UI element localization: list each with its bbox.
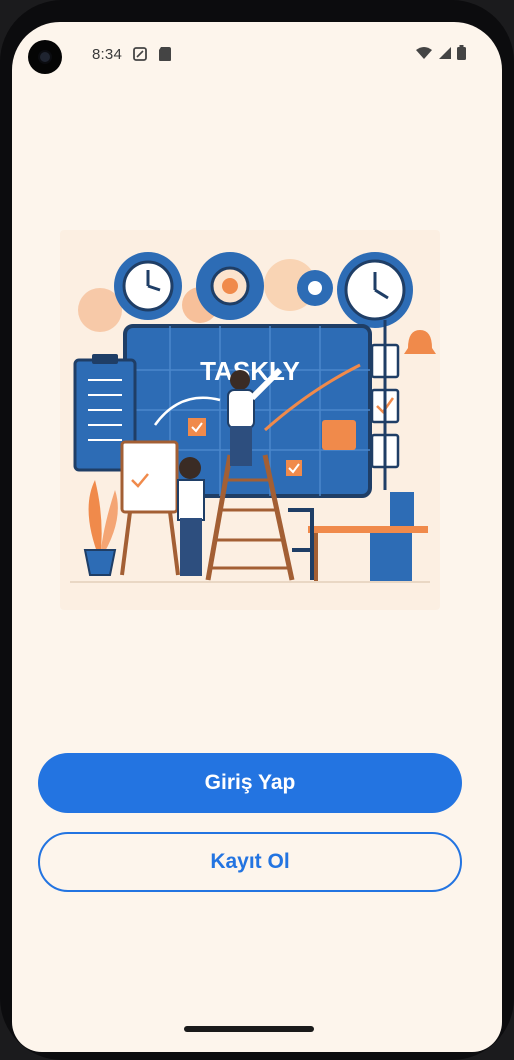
hero-illustration: TASKLY bbox=[60, 230, 440, 610]
status-time: 8:34 bbox=[92, 46, 122, 63]
register-button[interactable]: Kayıt Ol bbox=[38, 832, 462, 892]
gesture-navigation-bar[interactable] bbox=[184, 1026, 314, 1032]
app-screen: 8:34 TASKLY Giriş Yap Kayıt Ol bbox=[12, 22, 502, 1052]
sd-card-icon bbox=[158, 46, 172, 67]
screenshot-icon bbox=[132, 46, 148, 67]
status-bar: 8:34 bbox=[12, 22, 502, 86]
clock-icon bbox=[337, 252, 413, 328]
status-indicators bbox=[415, 45, 466, 65]
gear-icon bbox=[196, 252, 264, 320]
gear-icon bbox=[297, 270, 333, 306]
login-button[interactable]: Giriş Yap bbox=[38, 753, 462, 813]
battery-icon bbox=[457, 45, 466, 65]
device-frame: 8:34 TASKLY Giriş Yap Kayıt Ol bbox=[0, 0, 514, 1060]
cell-signal-icon bbox=[438, 46, 452, 65]
brand-text: TASKLY bbox=[200, 356, 300, 386]
gear-icon bbox=[114, 252, 182, 320]
wifi-icon bbox=[415, 46, 433, 65]
front-camera bbox=[28, 40, 62, 74]
